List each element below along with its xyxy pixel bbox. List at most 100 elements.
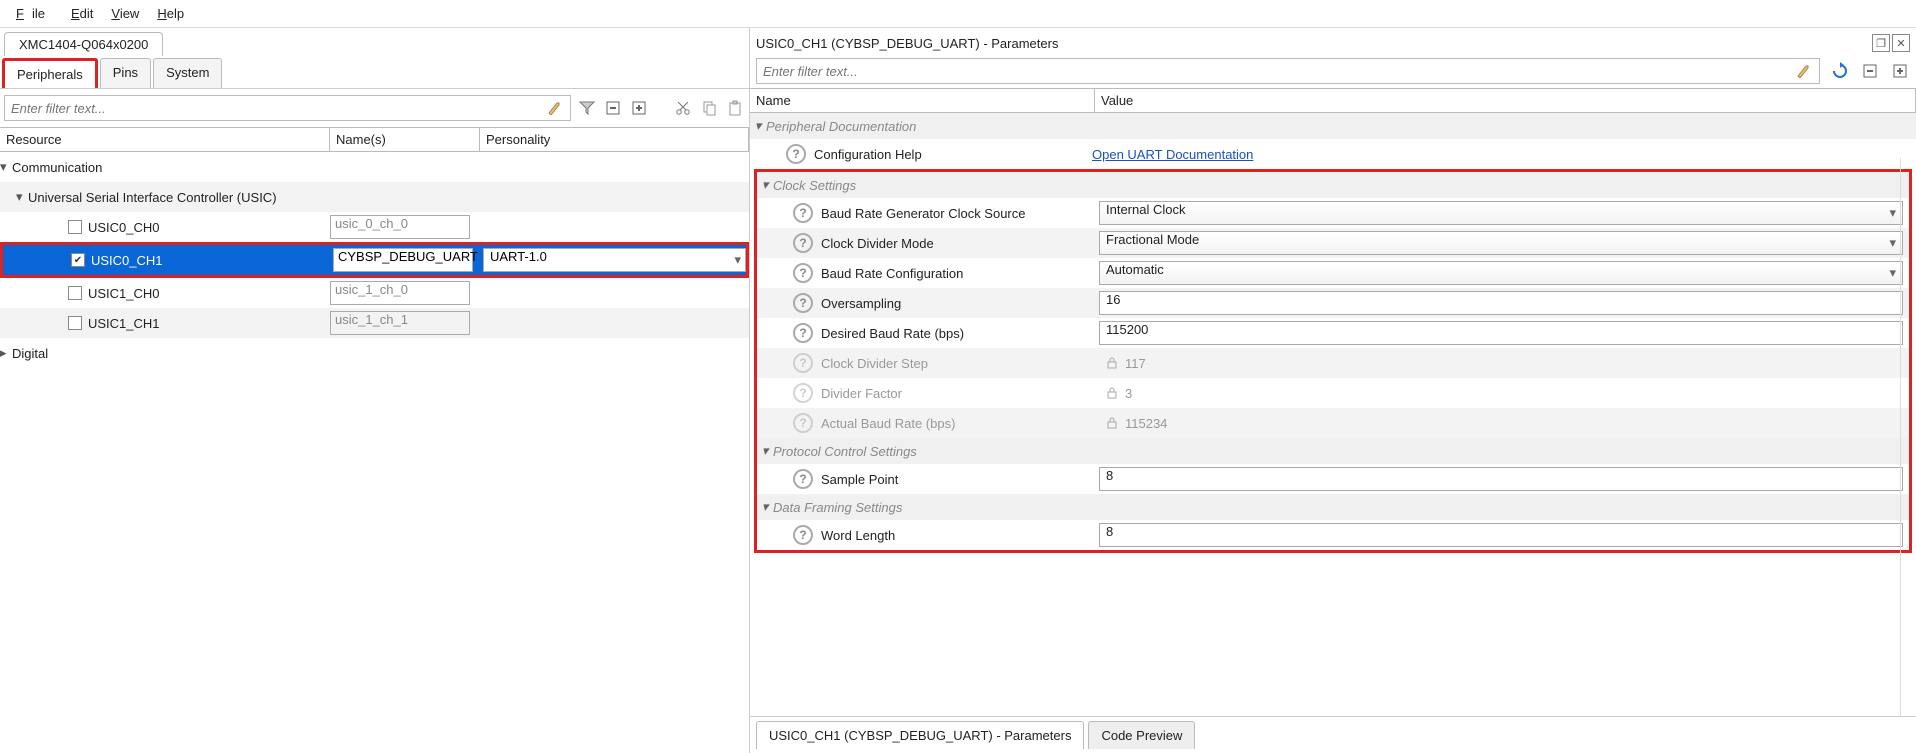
param-baud-rate-config: Baud Rate Configuration <box>821 266 963 281</box>
tree-item-usic1-ch1[interactable]: USIC1_CH1 <box>88 316 160 331</box>
cut-icon[interactable] <box>673 98 693 118</box>
lock-icon <box>1105 416 1119 430</box>
highlighted-param-region: ▾Clock Settings ? Baud Rate Generator Clo… <box>754 169 1912 553</box>
param-clock-divider-step: Clock Divider Step <box>821 356 928 371</box>
paste-icon[interactable] <box>725 98 745 118</box>
left-filter-input[interactable] <box>11 101 544 116</box>
tree-item-usic0-ch0[interactable]: USIC0_CH0 <box>88 220 160 235</box>
tree-group-digital[interactable]: Digital <box>12 346 48 361</box>
param-desired-baud: Desired Baud Rate (bps) <box>821 326 964 341</box>
checkbox[interactable] <box>68 286 82 300</box>
clear-filter-icon[interactable] <box>544 98 564 118</box>
right-pane: USIC0_CH1 (CYBSP_DEBUG_UART) - Parameter… <box>750 28 1916 753</box>
param-divider-factor: Divider Factor <box>821 386 902 401</box>
menu-help[interactable]: Help <box>149 4 192 23</box>
tree-item-usic1-ch0[interactable]: USIC1_CH0 <box>88 286 160 301</box>
menu-file[interactable]: File <box>8 4 61 23</box>
menu-edit[interactable]: Edit <box>63 4 101 23</box>
help-icon[interactable]: ? <box>793 323 813 343</box>
oversampling-input[interactable]: 16 <box>1099 291 1903 315</box>
clock-divider-mode-select[interactable]: Fractional Mode <box>1099 231 1903 255</box>
close-icon[interactable]: ✕ <box>1892 34 1910 52</box>
restore-icon[interactable]: ❐ <box>1872 34 1890 52</box>
help-icon[interactable]: ? <box>793 233 813 253</box>
tree-header: Resource Name(s) Personality <box>0 127 749 152</box>
checkbox[interactable] <box>68 316 82 330</box>
bottom-tabstrip: USIC0_CH1 (CYBSP_DEBUG_UART) - Parameter… <box>750 716 1916 753</box>
help-icon[interactable]: ? <box>793 293 813 313</box>
resource-tree: ▾Communication ▾Universal Serial Interfa… <box>0 152 749 368</box>
name-input[interactable]: usic_1_ch_0 <box>330 281 470 305</box>
tab-parameters[interactable]: USIC0_CH1 (CYBSP_DEBUG_UART) - Parameter… <box>756 721 1084 749</box>
personality-select[interactable]: UART-1.0 <box>483 248 746 272</box>
expand-all-icon[interactable] <box>629 98 649 118</box>
tab-code-preview[interactable]: Code Preview <box>1088 721 1195 749</box>
menu-view[interactable]: View <box>103 4 147 23</box>
name-input[interactable]: CYBSP_DEBUG_UART <box>333 248 473 272</box>
name-input[interactable]: usic_1_ch_1 <box>330 311 470 335</box>
divider-factor-value: 3 <box>1099 381 1903 405</box>
twisty-icon[interactable]: ▾ <box>16 189 28 205</box>
help-icon[interactable]: ? <box>793 469 813 489</box>
baud-rate-config-select[interactable]: Automatic <box>1099 261 1903 285</box>
col-param-name[interactable]: Name <box>750 89 1095 112</box>
help-icon[interactable]: ? <box>793 383 813 403</box>
param-filter-input[interactable] <box>763 64 1793 79</box>
left-filter-box[interactable] <box>4 95 571 121</box>
help-icon[interactable]: ? <box>786 144 806 164</box>
twisty-icon[interactable]: ▸ <box>0 345 12 361</box>
help-icon[interactable]: ? <box>793 263 813 283</box>
brg-clock-source-select[interactable]: Internal Clock <box>1099 201 1903 225</box>
col-resource[interactable]: Resource <box>0 128 330 151</box>
group-peripheral-doc[interactable]: ▾Peripheral Documentation <box>750 113 1916 139</box>
help-icon[interactable]: ? <box>793 413 813 433</box>
expand-all-icon[interactable] <box>1890 61 1910 81</box>
device-tabstrip: XMC1404-Q064x0200 <box>0 28 749 56</box>
clear-filter-icon[interactable] <box>1793 61 1813 81</box>
open-uart-doc-link[interactable]: Open UART Documentation <box>1092 147 1253 162</box>
collapse-all-icon[interactable] <box>603 98 623 118</box>
param-word-length: Word Length <box>821 528 895 543</box>
tab-pins[interactable]: Pins <box>100 58 151 88</box>
param-sample-point: Sample Point <box>821 472 898 487</box>
param-brg-clock-source: Baud Rate Generator Clock Source <box>821 206 1026 221</box>
clock-divider-step-value: 117 <box>1099 351 1903 375</box>
help-icon[interactable]: ? <box>793 353 813 373</box>
tree-group-communication[interactable]: Communication <box>12 160 102 175</box>
left-pane: XMC1404-Q064x0200 Peripherals Pins Syste… <box>0 28 750 753</box>
scrollbar[interactable] <box>1900 158 1914 717</box>
checkbox[interactable] <box>68 220 82 234</box>
tree-item-usic0-ch1[interactable]: USIC0_CH1 <box>91 253 163 268</box>
param-filter-box[interactable] <box>756 58 1820 84</box>
twisty-icon[interactable]: ▾ <box>0 159 12 175</box>
refresh-icon[interactable] <box>1830 61 1850 81</box>
word-length-input[interactable]: 8 <box>1099 523 1903 547</box>
lock-icon <box>1105 356 1119 370</box>
group-protocol-control[interactable]: ▾Protocol Control Settings <box>757 438 1909 464</box>
tab-system[interactable]: System <box>153 58 222 88</box>
tab-peripherals[interactable]: Peripherals <box>2 58 98 88</box>
col-personality[interactable]: Personality <box>480 128 749 151</box>
device-tab[interactable]: XMC1404-Q064x0200 <box>4 32 163 56</box>
funnel-icon[interactable] <box>577 98 597 118</box>
actual-baud-value: 115234 <box>1099 411 1903 435</box>
sample-point-input[interactable]: 8 <box>1099 467 1903 491</box>
help-icon[interactable]: ? <box>793 203 813 223</box>
name-input[interactable]: usic_0_ch_0 <box>330 215 470 239</box>
collapse-all-icon[interactable] <box>1860 61 1880 81</box>
menu-bar: File Edit View Help <box>0 0 1916 28</box>
copy-icon[interactable] <box>699 98 719 118</box>
tree-group-usic[interactable]: Universal Serial Interface Controller (U… <box>28 190 277 205</box>
lock-icon <box>1105 386 1119 400</box>
help-icon[interactable]: ? <box>793 525 813 545</box>
config-subtabs: Peripherals Pins System <box>0 58 749 89</box>
col-param-value[interactable]: Value <box>1095 89 1916 112</box>
param-header: Name Value <box>750 88 1916 113</box>
checkbox[interactable] <box>71 253 85 267</box>
group-data-framing[interactable]: ▾Data Framing Settings <box>757 494 1909 520</box>
param-actual-baud: Actual Baud Rate (bps) <box>821 416 955 431</box>
group-clock-settings[interactable]: ▾Clock Settings <box>757 172 1909 198</box>
col-names[interactable]: Name(s) <box>330 128 480 151</box>
param-clock-divider-mode: Clock Divider Mode <box>821 236 934 251</box>
desired-baud-input[interactable]: 115200 <box>1099 321 1903 345</box>
